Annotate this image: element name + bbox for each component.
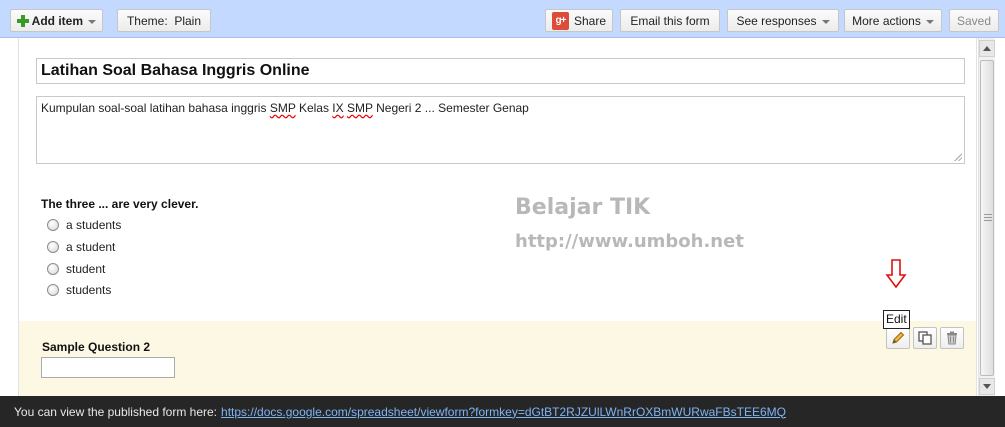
see-responses-label: See responses xyxy=(736,13,817,28)
arrow-down-icon xyxy=(885,259,907,289)
plus-icon xyxy=(17,14,29,27)
option-label: a student xyxy=(66,240,116,254)
chevron-down-icon xyxy=(925,19,934,24)
scroll-up-button[interactable] xyxy=(979,40,995,57)
edit-button[interactable] xyxy=(886,327,910,349)
more-actions-label: More actions xyxy=(852,13,921,28)
duplicate-icon xyxy=(918,331,932,345)
description-text: IX xyxy=(332,101,344,115)
add-item-label: Add item xyxy=(31,13,83,28)
chevron-up-icon xyxy=(983,46,991,51)
question-2-title: Sample Question 2 xyxy=(42,340,151,354)
resize-grip-icon[interactable] xyxy=(952,151,962,161)
description-text: Negeri 2 ... Semester Genap xyxy=(372,101,529,115)
option-label: students xyxy=(66,283,112,297)
saved-button[interactable]: Saved xyxy=(949,9,999,32)
toolbar: Add item Theme: Plain g+ Share Email thi… xyxy=(0,0,1005,38)
chevron-down-icon xyxy=(983,384,991,389)
pencil-icon xyxy=(892,331,905,344)
radio-button[interactable] xyxy=(47,263,59,275)
question-1-title: The three ... are very clever. xyxy=(41,197,199,211)
edit-tooltip: Edit xyxy=(883,310,910,329)
share-label: Share xyxy=(573,13,606,28)
question-1-option[interactable]: students xyxy=(47,282,111,298)
watermark-title: Belajar TIK xyxy=(515,195,651,220)
form-title-input[interactable] xyxy=(36,58,965,84)
question-1-option[interactable]: a student xyxy=(47,239,115,255)
email-form-label: Email this form xyxy=(630,13,710,28)
see-responses-button[interactable]: See responses xyxy=(727,9,839,32)
scroll-down-button[interactable] xyxy=(979,378,995,395)
published-form-link[interactable]: https://docs.google.com/spreadsheet/view… xyxy=(221,405,786,419)
email-form-button[interactable]: Email this form xyxy=(620,9,720,32)
trash-icon xyxy=(947,331,957,345)
radio-button[interactable] xyxy=(47,219,59,231)
form-description-textarea[interactable]: Kumpulan soal-soal latihan bahasa inggri… xyxy=(36,96,965,164)
saved-label: Saved xyxy=(956,13,992,28)
more-actions-button[interactable]: More actions xyxy=(844,9,942,32)
share-button[interactable]: g+ Share xyxy=(545,9,613,32)
duplicate-button[interactable] xyxy=(913,327,937,349)
question-1-option[interactable]: student xyxy=(47,261,105,277)
scrollbar-thumb[interactable] xyxy=(980,60,994,376)
chevron-down-icon xyxy=(88,19,96,24)
vertical-scrollbar[interactable] xyxy=(978,38,995,396)
description-text: SMP xyxy=(269,101,296,115)
option-label: student xyxy=(66,262,106,276)
description-text: Kelas xyxy=(295,101,333,115)
add-item-button[interactable]: Add item xyxy=(10,9,103,32)
question-1-option[interactable]: a students xyxy=(47,217,121,233)
banner-text: You can view the published form here: xyxy=(14,404,218,419)
watermark-url: http://www.umboh.net xyxy=(515,231,744,252)
chevron-down-icon xyxy=(821,19,830,24)
google-plus-icon: g+ xyxy=(552,11,569,30)
question-2-answer-input[interactable] xyxy=(41,357,175,378)
delete-button[interactable] xyxy=(940,327,964,349)
published-form-banner: You can view the published form here: ht… xyxy=(0,396,1005,427)
description-text: Kumpulan soal-soal latihan bahasa inggri… xyxy=(41,101,270,115)
theme-label: Theme: Plain xyxy=(126,13,202,28)
question-2-panel[interactable]: Sample Question 2 xyxy=(19,321,976,396)
option-label: a students xyxy=(66,218,122,232)
theme-button[interactable]: Theme: Plain xyxy=(117,9,211,32)
description-text: SMP xyxy=(346,101,373,115)
form-editor: Kumpulan soal-soal latihan bahasa inggri… xyxy=(18,38,977,396)
radio-button[interactable] xyxy=(47,284,59,296)
radio-button[interactable] xyxy=(47,241,59,253)
